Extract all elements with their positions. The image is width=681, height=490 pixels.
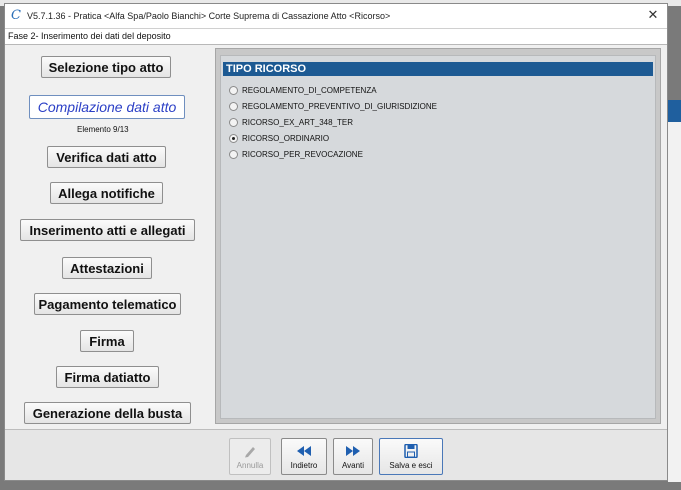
bottom-toolbar: Annulla Indietro Avanti Salva e esci <box>5 429 667 480</box>
sidebar-item-selezione-tipo-atto[interactable]: Selezione tipo atto <box>41 56 171 78</box>
background-window-edge <box>668 100 681 122</box>
pencil-icon <box>245 447 255 458</box>
save-floppy-icon <box>404 444 418 458</box>
phase-label: Fase 2- Inserimento dei dati del deposit… <box>5 28 667 45</box>
rewind-icon <box>297 446 311 456</box>
sidebar-item-firma[interactable]: Firma <box>80 330 134 352</box>
form-panel: TIPO RICORSO REGOLAMENTO_DI_COMPETENZA R… <box>220 55 656 419</box>
app-logo-icon: C <box>11 8 21 23</box>
avanti-button[interactable]: Avanti <box>333 438 373 475</box>
salva-label: Salva e esci <box>389 461 433 470</box>
fast-forward-icon <box>346 446 360 456</box>
main-content: TIPO RICORSO REGOLAMENTO_DI_COMPETENZA R… <box>215 48 661 424</box>
element-counter: Elemento 9/13 <box>77 125 129 134</box>
radio-option-regolamento-competenza[interactable]: REGOLAMENTO_DI_COMPETENZA <box>229 83 377 97</box>
sidebar-item-attestazioni[interactable]: Attestazioni <box>62 257 152 279</box>
close-icon[interactable]: ✕ <box>645 7 661 23</box>
background-window-edge-lower <box>668 122 681 482</box>
window-title: V5.7.1.36 - Pratica <Alfa Spa/Paolo Bian… <box>27 11 391 21</box>
sidebar-item-pagamento-telematico[interactable]: Pagamento telematico <box>34 293 181 315</box>
radio-button[interactable] <box>229 117 238 127</box>
annulla-label: Annulla <box>236 461 264 470</box>
indietro-label: Indietro <box>290 461 318 470</box>
avanti-label: Avanti <box>341 461 365 470</box>
sidebar-item-firma-datiatto[interactable]: Firma datiatto <box>56 366 159 388</box>
radio-button[interactable] <box>229 101 238 111</box>
radio-option-ricorso-ordinario[interactable]: RICORSO_ORDINARIO <box>229 131 329 145</box>
radio-label: REGOLAMENTO_DI_COMPETENZA <box>242 85 377 95</box>
radio-label: RICORSO_EX_ART_348_TER <box>242 117 354 127</box>
sidebar-item-inserimento-atti-allegati[interactable]: Inserimento atti e allegati <box>20 219 195 241</box>
radio-label: REGOLAMENTO_PREVENTIVO_DI_GIURISDIZIONE <box>242 101 438 111</box>
radio-button-checked[interactable] <box>229 133 238 143</box>
radio-option-regolamento-preventivo[interactable]: REGOLAMENTO_PREVENTIVO_DI_GIURISDIZIONE <box>229 99 437 113</box>
radio-option-ricorso-ex-art[interactable]: RICORSO_EX_ART_348_TER <box>229 115 353 129</box>
annulla-button[interactable]: Annulla <box>229 438 271 475</box>
sidebar-item-generazione-busta[interactable]: Generazione della busta <box>24 402 191 424</box>
indietro-button[interactable]: Indietro <box>281 438 327 475</box>
section-title: TIPO RICORSO <box>223 62 653 76</box>
sidebar-item-allega-notifiche[interactable]: Allega notifiche <box>50 182 163 204</box>
sidebar: Selezione tipo atto Compilazione dati at… <box>5 45 211 429</box>
radio-button[interactable] <box>229 149 238 159</box>
salva-e-esci-button[interactable]: Salva e esci <box>379 438 443 475</box>
radio-label: RICORSO_PER_REVOCAZIONE <box>242 149 363 159</box>
radio-button[interactable] <box>229 85 238 95</box>
title-bar: C V5.7.1.36 - Pratica <Alfa Spa/Paolo Bi… <box>5 4 667 28</box>
app-window: C V5.7.1.36 - Pratica <Alfa Spa/Paolo Bi… <box>4 3 668 481</box>
sidebar-item-verifica-dati-atto[interactable]: Verifica dati atto <box>47 146 166 168</box>
radio-option-ricorso-revocazione[interactable]: RICORSO_PER_REVOCAZIONE <box>229 147 363 161</box>
radio-label: RICORSO_ORDINARIO <box>242 133 330 143</box>
sidebar-item-compilazione-dati-atto[interactable]: Compilazione dati atto <box>29 95 185 119</box>
